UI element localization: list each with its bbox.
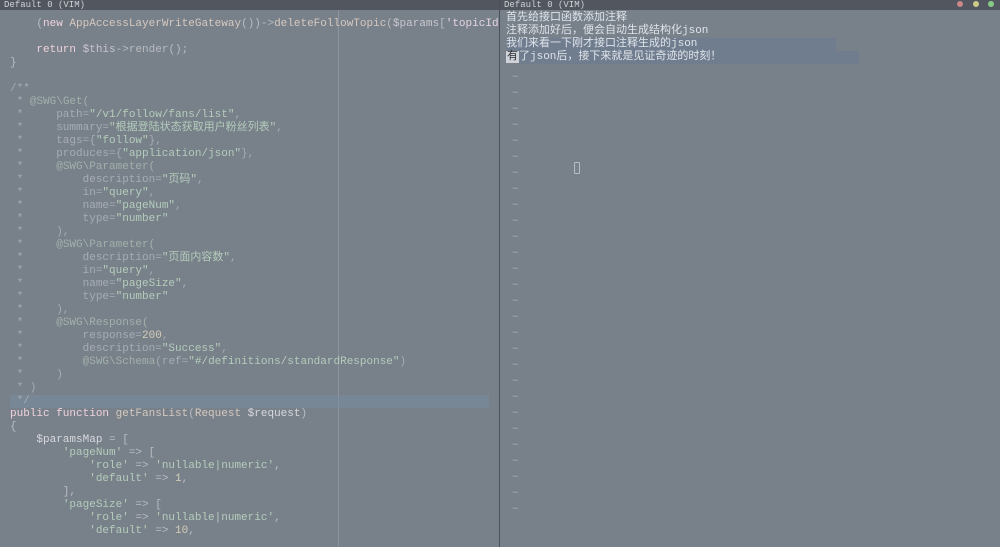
right-pane-status-label: Default 0 (VIM) — [504, 0, 585, 10]
empty-line-tilde: ~ — [506, 280, 994, 296]
maximize-icon[interactable] — [988, 1, 994, 7]
code-line: * @SWG\Get( — [10, 96, 489, 109]
empty-line-tilde: ~ — [506, 472, 994, 488]
right-editor[interactable]: 首先给接口函数添加注释 注释添加好后，便会自动生成结构化json 我们来看一下刚… — [500, 10, 1000, 522]
empty-line-tilde: ~ — [506, 408, 994, 424]
code-line: 'default' => 1, — [10, 473, 489, 486]
empty-line-tilde: ~ — [506, 344, 994, 360]
code-line: * summary="根据登陆状态获取用户粉丝列表", — [10, 122, 489, 135]
empty-line-tildes: ~~~~~~~~~~~~~~~~~~~~~~~~~~~~ — [506, 72, 994, 520]
code-line: * path="/v1/follow/fans/list", — [10, 109, 489, 122]
code-line: /** — [10, 83, 489, 96]
code-line: (new AppAccessLayerWriteGateway())->dele… — [10, 18, 489, 31]
code-line: * @SWG\Schema(ref="#/definitions/standar… — [10, 356, 489, 369]
code-line: * in="query", — [10, 187, 489, 200]
right-line: 注释添加好后，便会自动生成结构化json — [506, 25, 994, 38]
right-line: 有了json后，接下来就是见证奇迹的时刻！ — [506, 51, 994, 64]
empty-line-tilde: ~ — [506, 88, 994, 104]
empty-line-tilde: ~ — [506, 360, 994, 376]
left-pane-status: Default 0 (VIM) — [0, 0, 499, 10]
code-line: * ) — [10, 382, 489, 395]
code-line: * type="number" — [10, 291, 489, 304]
empty-line-tilde: ~ — [506, 184, 994, 200]
code-line: { — [10, 421, 489, 434]
empty-line-tilde: ~ — [506, 392, 994, 408]
code-line: * @SWG\Parameter( — [10, 161, 489, 174]
minimize-icon[interactable] — [973, 1, 979, 7]
inline-highlight-chip: 有 — [506, 51, 519, 63]
code-line: * description="页码", — [10, 174, 489, 187]
code-line: * @SWG\Response( — [10, 317, 489, 330]
code-line: 'pageSize' => [ — [10, 499, 489, 512]
code-line: 'role' => 'nullable|numeric', — [10, 460, 489, 473]
right-line: 首先给接口函数添加注释 — [506, 12, 994, 25]
text-caret — [574, 162, 580, 174]
empty-line-tilde: ~ — [506, 216, 994, 232]
app-root: Default 0 (VIM) (new AppAccessLayerWrite… — [0, 0, 1000, 547]
code-line: * ), — [10, 304, 489, 317]
empty-line-tilde: ~ — [506, 136, 994, 152]
empty-line-tilde: ~ — [506, 376, 994, 392]
empty-line-tilde: ~ — [506, 264, 994, 280]
code-line: * description="Success", — [10, 343, 489, 356]
empty-line-tilde: ~ — [506, 312, 994, 328]
code-line: public function getFansList(Request $req… — [10, 408, 489, 421]
empty-line-tilde: ~ — [506, 232, 994, 248]
code-line: * tags={"follow"}, — [10, 135, 489, 148]
code-line: return $this->render(); — [10, 44, 489, 57]
empty-line-tilde: ~ — [506, 440, 994, 456]
right-line-highlighted: 我们来看一下刚才接口注释生成的json — [506, 38, 836, 51]
close-icon[interactable] — [957, 1, 963, 7]
code-line — [10, 31, 489, 44]
code-line: * description="页面内容数", — [10, 252, 489, 265]
code-line: $paramsMap = [ — [10, 434, 489, 447]
empty-line-tilde: ~ — [506, 120, 994, 136]
code-line: 'pageNum' => [ — [10, 447, 489, 460]
right-pane-status: Default 0 (VIM) — [500, 0, 1000, 10]
code-line: * ), — [10, 226, 489, 239]
code-line: * ) — [10, 369, 489, 382]
code-line: * name="pageSize", — [10, 278, 489, 291]
right-pane[interactable]: Default 0 (VIM) 首先给接口函数添加注释 注释添加好后，便会自动生… — [500, 0, 1000, 547]
code-line: * name="pageNum", — [10, 200, 489, 213]
empty-line-tilde: ~ — [506, 200, 994, 216]
code-line: ], — [10, 486, 489, 499]
left-pane[interactable]: Default 0 (VIM) (new AppAccessLayerWrite… — [0, 0, 500, 547]
right-line: 我们来看一下刚才接口注释生成的json — [506, 38, 994, 51]
empty-line-tilde: ~ — [506, 424, 994, 440]
code-line: * type="number" — [10, 213, 489, 226]
code-line: 'role' => 'nullable|numeric', — [10, 512, 489, 525]
code-line: * in="query", — [10, 265, 489, 278]
code-line: * @SWG\Parameter( — [10, 239, 489, 252]
empty-line-tilde: ~ — [506, 104, 994, 120]
left-code-editor[interactable]: (new AppAccessLayerWriteGateway())->dele… — [0, 10, 499, 547]
code-line: * produces={"application/json"}, — [10, 148, 489, 161]
empty-line-tilde: ~ — [506, 328, 994, 344]
code-line: */ — [10, 395, 489, 408]
empty-line-tilde: ~ — [506, 296, 994, 312]
window-traffic-lights — [953, 0, 994, 10]
empty-line-tilde: ~ — [506, 248, 994, 264]
code-line: 'default' => 10, — [10, 525, 489, 538]
code-line — [10, 70, 489, 83]
empty-line-tilde: ~ — [506, 504, 994, 520]
empty-line-tilde: ~ — [506, 456, 994, 472]
code-line: * response=200, — [10, 330, 489, 343]
empty-line-tilde: ~ — [506, 72, 994, 88]
inline-highlight-rest: 了json后，接下来就是见证奇迹的时刻！ — [519, 51, 859, 64]
empty-line-tilde: ~ — [506, 488, 994, 504]
code-line: } — [10, 57, 489, 70]
